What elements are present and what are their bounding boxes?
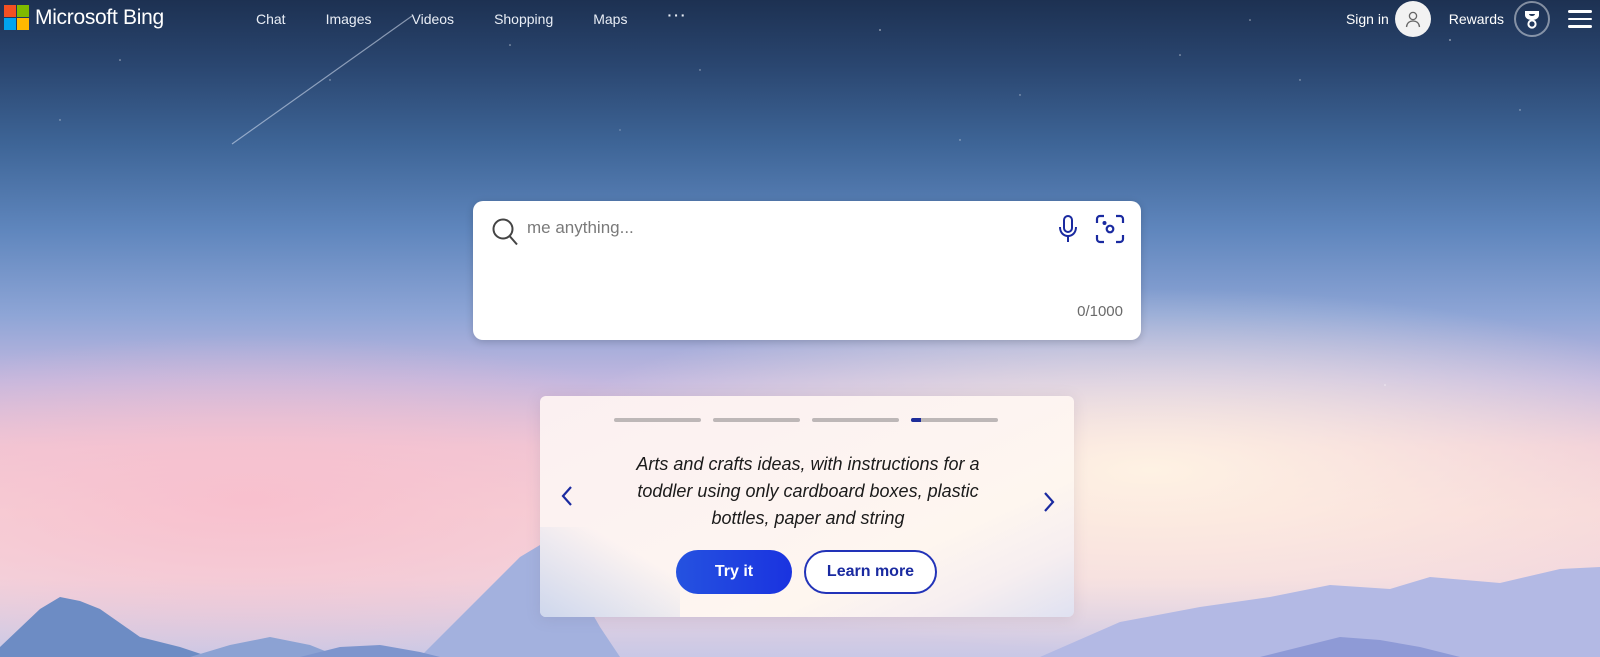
logo-square-green: [17, 5, 29, 17]
logo-square-blue: [4, 18, 16, 30]
visual-search-icon[interactable]: [1095, 214, 1125, 244]
chevron-right-icon[interactable]: [1042, 484, 1056, 520]
nav-more-button[interactable]: ···: [667, 7, 687, 27]
nav-chat[interactable]: Chat: [256, 11, 286, 27]
search-input[interactable]: [525, 217, 1009, 239]
microphone-icon[interactable]: [1057, 214, 1079, 244]
suggestion-prompt: Arts and crafts ideas, with instructions…: [636, 454, 980, 528]
carousel-indicator-1[interactable]: [614, 418, 701, 422]
nav-shopping[interactable]: Shopping: [494, 11, 553, 27]
carousel-indicator-2[interactable]: [713, 418, 800, 422]
logo-square-yellow: [17, 18, 29, 30]
carousel-indicator-3[interactable]: [812, 418, 899, 422]
hamburger-icon: [1568, 10, 1592, 13]
top-header: Microsoft Bing Chat Images Videos Shoppi…: [0, 0, 1600, 40]
microsoft-logo-icon: [4, 5, 29, 30]
bing-logo[interactable]: Microsoft Bing: [4, 5, 164, 30]
nav-maps[interactable]: Maps: [593, 11, 627, 27]
rewards-button[interactable]: [1514, 1, 1550, 37]
try-it-button[interactable]: Try it: [676, 550, 792, 594]
logo-square-red: [4, 5, 16, 17]
main-nav: Chat Images Videos Shopping Maps ···: [256, 7, 727, 27]
suggestion-carousel: Arts and crafts ideas, with instructions…: [540, 396, 1074, 617]
brand-name: Microsoft Bing: [35, 5, 164, 29]
person-icon: [1405, 11, 1420, 28]
header-actions: Sign in Rewards: [1346, 1, 1600, 37]
character-counter: 0/1000: [1077, 303, 1123, 320]
carousel-indicator-4[interactable]: [911, 418, 998, 422]
rewards-link[interactable]: Rewards: [1449, 11, 1504, 27]
nav-images[interactable]: Images: [326, 11, 372, 27]
trophy-icon: [1525, 11, 1539, 29]
search-box: 0/1000: [473, 201, 1141, 340]
avatar-button[interactable]: [1394, 1, 1431, 37]
chevron-left-icon[interactable]: [560, 484, 574, 508]
hamburger-menu-button[interactable]: [1568, 10, 1592, 28]
search-icon: [492, 218, 518, 246]
learn-more-button[interactable]: Learn more: [804, 550, 937, 594]
nav-videos[interactable]: Videos: [412, 11, 455, 27]
carousel-progress: [614, 418, 998, 422]
sign-in-link[interactable]: Sign in: [1346, 11, 1389, 27]
